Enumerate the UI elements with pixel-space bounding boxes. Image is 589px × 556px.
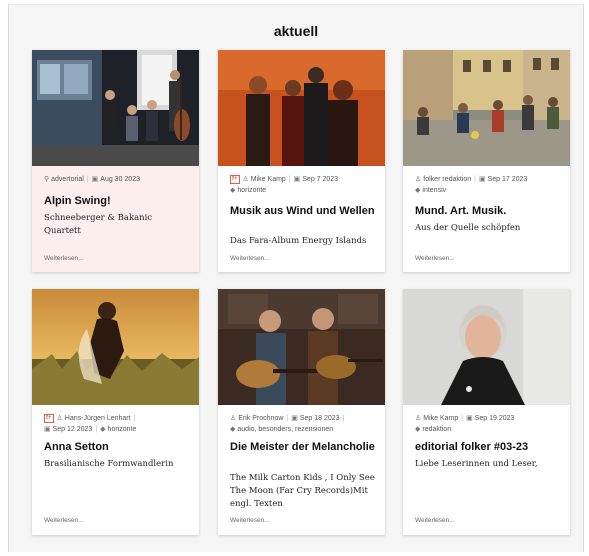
tag-icon: ◆ <box>100 426 106 433</box>
article-image[interactable] <box>218 289 385 405</box>
article-date: Sep 17 2023 <box>487 176 528 183</box>
user-icon: ♙ <box>230 415 237 422</box>
pin-icon: ⚲ <box>44 176 50 183</box>
article-subtitle: The Milk Carton Kids , I Only See The Mo… <box>230 473 375 509</box>
article-tags[interactable]: intensiv <box>422 187 446 194</box>
article-image[interactable] <box>403 50 570 166</box>
calendar-icon: ▣ <box>478 176 486 183</box>
article-meta: ♙ Erik Prochnow | ▣ Sep 18 2023 | ◆ audio, bes… <box>230 413 377 435</box>
page-frame: aktuell ⚲ advertorial | ▣ Aug 30 2023 Al… <box>8 4 584 552</box>
article-meta: f+ ♙ Mike Kamp | ▣ Sep 7 2023 ◆ horizonte <box>230 174 377 196</box>
user-icon: ♙ <box>242 176 249 183</box>
article-tags[interactable]: audio, besonders, rezensionen <box>237 426 333 433</box>
article-card[interactable]: ♙ Mike Kamp | ▣ Sep 19 2023 ◆ redaktion edito… <box>403 289 570 535</box>
article-title[interactable]: Mund. Art. Musik. <box>415 205 562 218</box>
calendar-icon: ▣ <box>44 426 51 433</box>
meta-separator: | <box>133 415 136 422</box>
article-title[interactable]: Alpin Swing! <box>44 195 191 208</box>
meta-separator: | <box>342 415 345 422</box>
article-title[interactable]: Musik aus Wind und Wellen <box>230 205 377 218</box>
article-tags[interactable]: horizonte <box>108 426 137 433</box>
article-subtitle: Brasilianische Formwandlerin <box>44 459 174 469</box>
article-subtitle: Aus der Quelle schöpfen <box>415 223 521 233</box>
article-subtitle: Schneeberger & Bakanic Quartett <box>44 213 153 236</box>
read-more-link[interactable]: Weiterlesen... <box>415 255 455 262</box>
meta-separator: | <box>286 415 289 422</box>
calendar-icon: ▣ <box>466 415 473 422</box>
tag-icon: ◆ <box>415 426 421 433</box>
article-date: Aug 30 2023 <box>100 176 140 183</box>
article-date: Sep 7 2023 <box>302 176 339 183</box>
article-author[interactable]: Erik Prochnow <box>238 415 283 422</box>
user-icon: ♙ <box>415 176 422 183</box>
page-title: aktuell <box>273 23 319 39</box>
folker-plus-badge: f+ <box>230 174 240 184</box>
article-image[interactable] <box>32 289 199 405</box>
folker-plus-badge: f+ <box>44 413 54 423</box>
article-card[interactable]: ⚲ advertorial | ▣ Aug 30 2023 Alpin Swing! S… <box>32 50 199 272</box>
read-more-link[interactable]: Weiterlesen... <box>44 255 84 262</box>
article-author[interactable]: Hans-Jürgen Lenhart <box>65 415 131 422</box>
article-author[interactable]: Mike Kamp <box>423 415 458 422</box>
article-date: Sep 12 2023 <box>52 426 93 433</box>
article-title[interactable]: editorial folker #03-23 <box>415 441 562 454</box>
article-tags[interactable]: redaktion <box>422 426 451 433</box>
tag-icon: ◆ <box>415 187 421 194</box>
article-author[interactable]: Mike Kamp <box>251 176 286 183</box>
meta-separator: | <box>461 415 464 422</box>
article-meta: ♙ folker redaktion | ▣ Sep 17 2023 ◆ intensiv <box>415 174 562 196</box>
calendar-icon: ▣ <box>291 415 298 422</box>
tag-icon: ◆ <box>230 426 236 433</box>
article-image[interactable] <box>403 289 570 405</box>
article-meta: ⚲ advertorial | ▣ Aug 30 2023 <box>44 174 191 185</box>
article-subtitle: Liebe Leserinnen und Leser, <box>415 459 538 469</box>
tag-icon: ◆ <box>230 187 236 194</box>
meta-separator: | <box>474 176 476 183</box>
calendar-icon: ▣ <box>91 176 99 183</box>
article-title[interactable]: Anna Setton <box>44 441 191 454</box>
meta-separator: | <box>288 176 291 183</box>
article-card[interactable]: ♙ folker redaktion | ▣ Sep 17 2023 ◆ intensiv… <box>403 50 570 272</box>
article-date: Sep 19 2023 <box>474 415 515 422</box>
article-image[interactable] <box>218 50 385 166</box>
article-card[interactable]: f+ ♙ Mike Kamp | ▣ Sep 7 2023 ◆ horizonte Musi… <box>218 50 385 272</box>
meta-separator: | <box>86 176 89 183</box>
meta-separator: | <box>95 426 98 433</box>
article-meta: ♙ Mike Kamp | ▣ Sep 19 2023 ◆ redaktion <box>415 413 562 435</box>
article-image[interactable] <box>32 50 199 166</box>
article-card[interactable]: ♙ Erik Prochnow | ▣ Sep 18 2023 | ◆ audio, bes… <box>218 289 385 535</box>
read-more-link[interactable]: Weiterlesen... <box>230 517 270 524</box>
article-subtitle: Das Fara-Album Energy Islands <box>230 236 367 246</box>
article-tags[interactable]: horizonte <box>237 187 266 194</box>
user-icon: ♙ <box>415 415 422 422</box>
read-more-link[interactable]: Weiterlesen... <box>415 517 455 524</box>
read-more-link[interactable]: Weiterlesen... <box>44 517 84 524</box>
article-author[interactable]: folker redaktion <box>423 176 471 183</box>
article-meta: f+ ♙ Hans-Jürgen Lenhart | ▣ Sep 12 2023 | ◆ ho… <box>44 413 191 435</box>
article-card[interactable]: f+ ♙ Hans-Jürgen Lenhart | ▣ Sep 12 2023 | ◆ ho… <box>32 289 199 535</box>
calendar-icon: ▣ <box>293 176 301 183</box>
article-date: Sep 18 2023 <box>299 415 340 422</box>
article-title[interactable]: Die Meister der Melancholie <box>230 441 377 454</box>
article-author[interactable]: advertorial <box>51 176 84 183</box>
read-more-link[interactable]: Weiterlesen... <box>230 255 270 262</box>
user-icon: ♙ <box>56 415 63 422</box>
